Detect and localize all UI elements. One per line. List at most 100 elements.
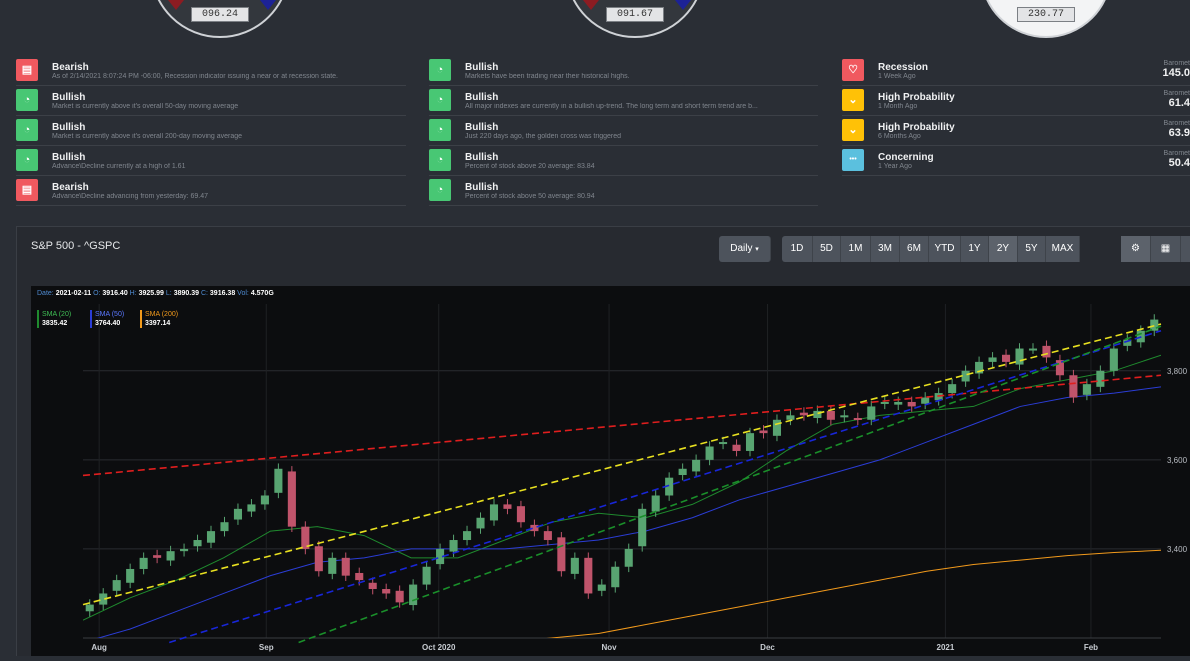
indicator-row: ▤ Bearish As of 2/14/2021 8:07:24 PM -06:0… [16, 56, 406, 86]
candle-body [692, 459, 701, 472]
candle-body [287, 471, 296, 527]
candle-body [705, 446, 714, 460]
range-button-3m[interactable]: 3M [871, 236, 900, 262]
range-button-6m[interactable]: 6M [900, 236, 929, 262]
indicator-status: Bullish [52, 152, 86, 163]
candle-body [557, 537, 566, 572]
indicator-row: ⌄ High Probability 1 Month Ago Baromet 61.4 [842, 86, 1190, 116]
range-button-max[interactable]: MAX [1046, 236, 1080, 262]
range-button-ytd[interactable]: YTD [929, 236, 961, 262]
trendline[interactable] [169, 329, 1162, 644]
x-tick-label: Feb [1084, 643, 1098, 652]
candle-body [395, 590, 404, 603]
range-button-1y[interactable]: 1Y [961, 236, 989, 262]
candle-body [314, 546, 323, 572]
speedometer-icon: ◔ [429, 149, 451, 171]
candle-body [894, 401, 903, 405]
indicator-status: Bullish [465, 152, 499, 163]
indicator-row: ◔ Bullish Just 220 days ago, the golden cr… [429, 116, 818, 146]
candle-body [85, 604, 94, 612]
barometer-value: Baromet 145.0 [1162, 60, 1190, 79]
candle-body [476, 517, 485, 529]
calculator-button[interactable]: ▦ [1151, 236, 1181, 262]
trendline[interactable] [298, 325, 1162, 644]
price-chart[interactable]: Date: 2021-02-11 O: 3916.40 H: 3925.99 L… [31, 286, 1190, 656]
speedometer-icon: ◔ [429, 179, 451, 201]
candle-body [638, 508, 647, 547]
chat-warning-icon: ♡ [842, 59, 864, 81]
sma-line [83, 354, 1161, 621]
candle-body [341, 557, 350, 576]
message-icon: ▤ [16, 179, 38, 201]
candle-body [112, 580, 121, 591]
gauge-readout: 091.67 [606, 7, 664, 22]
range-button-5d[interactable]: 5D [813, 236, 841, 262]
barometer-value: Baromet 50.4 [1163, 150, 1190, 169]
candle-body [745, 433, 755, 451]
candle-body [1069, 375, 1078, 398]
indicator-row: ▤ Bearish Advance\Decline advancing from y… [16, 176, 406, 206]
indicator-description: Market is currently above it's overall 5… [52, 103, 239, 110]
barometer-value: Baromet 63.9 [1163, 120, 1190, 139]
x-tick-label: Nov [602, 643, 618, 652]
chevron-down-icon: ▾ [755, 246, 759, 253]
barometer-value: Baromet 61.4 [1163, 90, 1190, 109]
candle-body [220, 522, 229, 532]
sma-legend-item: SMA (200) 3397.14 [140, 310, 178, 328]
candle-body [1082, 384, 1091, 395]
indicator-description: 1 Week Ago [878, 73, 916, 80]
settings-icon: ⚙ [1131, 243, 1140, 254]
y-tick-label: 3,400 [1167, 545, 1188, 554]
settings-button[interactable]: ⚙ [1121, 236, 1151, 262]
candle-body [772, 419, 782, 436]
gauge-blue-needle-icon [675, 0, 691, 10]
indicator-status: Recession [878, 62, 929, 73]
x-tick-label: Dec [760, 643, 775, 652]
candle-body [233, 508, 243, 520]
indicator-description: Markets have been trading near their his… [465, 73, 630, 80]
indicator-column-2: ◔ Bullish Markets have been trading near t… [429, 56, 818, 206]
range-button-1d[interactable]: 1D [782, 236, 813, 262]
ohlc-header: Date: 2021-02-11 O: 3916.40 H: 3925.99 L… [37, 290, 274, 297]
y-tick-label: 3,800 [1167, 367, 1188, 376]
candle-body [840, 415, 849, 418]
candle-body [880, 401, 889, 404]
candle-body [1001, 354, 1011, 362]
candle-body [826, 410, 835, 420]
calculator-icon: ▦ [1160, 243, 1171, 254]
candle-body [759, 430, 768, 434]
candle-body [543, 531, 552, 541]
interval-label: Daily [730, 243, 753, 254]
indicator-description: 6 Months Ago [878, 133, 921, 140]
candle-body [853, 418, 862, 421]
candle-body [719, 442, 728, 445]
candle-body [948, 384, 957, 394]
trendline[interactable] [82, 374, 1162, 477]
candle-body [503, 504, 512, 509]
candle-body [1096, 370, 1105, 387]
candle-body [274, 468, 283, 493]
more-button[interactable] [1181, 236, 1190, 262]
candle-body [516, 506, 525, 523]
candle-body [570, 557, 579, 574]
candle-body [678, 468, 687, 476]
gauge-red-needle-icon [168, 0, 184, 10]
candle-body [584, 557, 593, 594]
candle-body [462, 531, 472, 541]
chart-canvas: 3,400 3,600 3,800 Aug Sep Oct 2020 Nov Dec 2021 F… [82, 304, 1188, 652]
indicator-row: ◔ Bullish All major indexes are currently … [429, 86, 818, 116]
candle-body [409, 584, 418, 606]
range-button-2y[interactable]: 2Y [989, 236, 1018, 262]
speedometer-icon: ◔ [16, 89, 38, 111]
candle-body [153, 555, 162, 558]
candle-body [328, 557, 337, 574]
interval-dropdown[interactable]: Daily ▾ [719, 236, 771, 262]
speedometer-icon: ◔ [429, 89, 451, 111]
x-tick-label: Sep [259, 643, 274, 652]
range-button-5y[interactable]: 5Y [1018, 236, 1046, 262]
x-tick-label: 2021 [937, 643, 955, 652]
indicator-status: Bullish [465, 182, 499, 193]
indicator-description: Just 220 days ago, the golden cross was … [465, 133, 622, 140]
range-button-1m[interactable]: 1M [841, 236, 871, 262]
indicator-status: Bullish [52, 92, 86, 103]
